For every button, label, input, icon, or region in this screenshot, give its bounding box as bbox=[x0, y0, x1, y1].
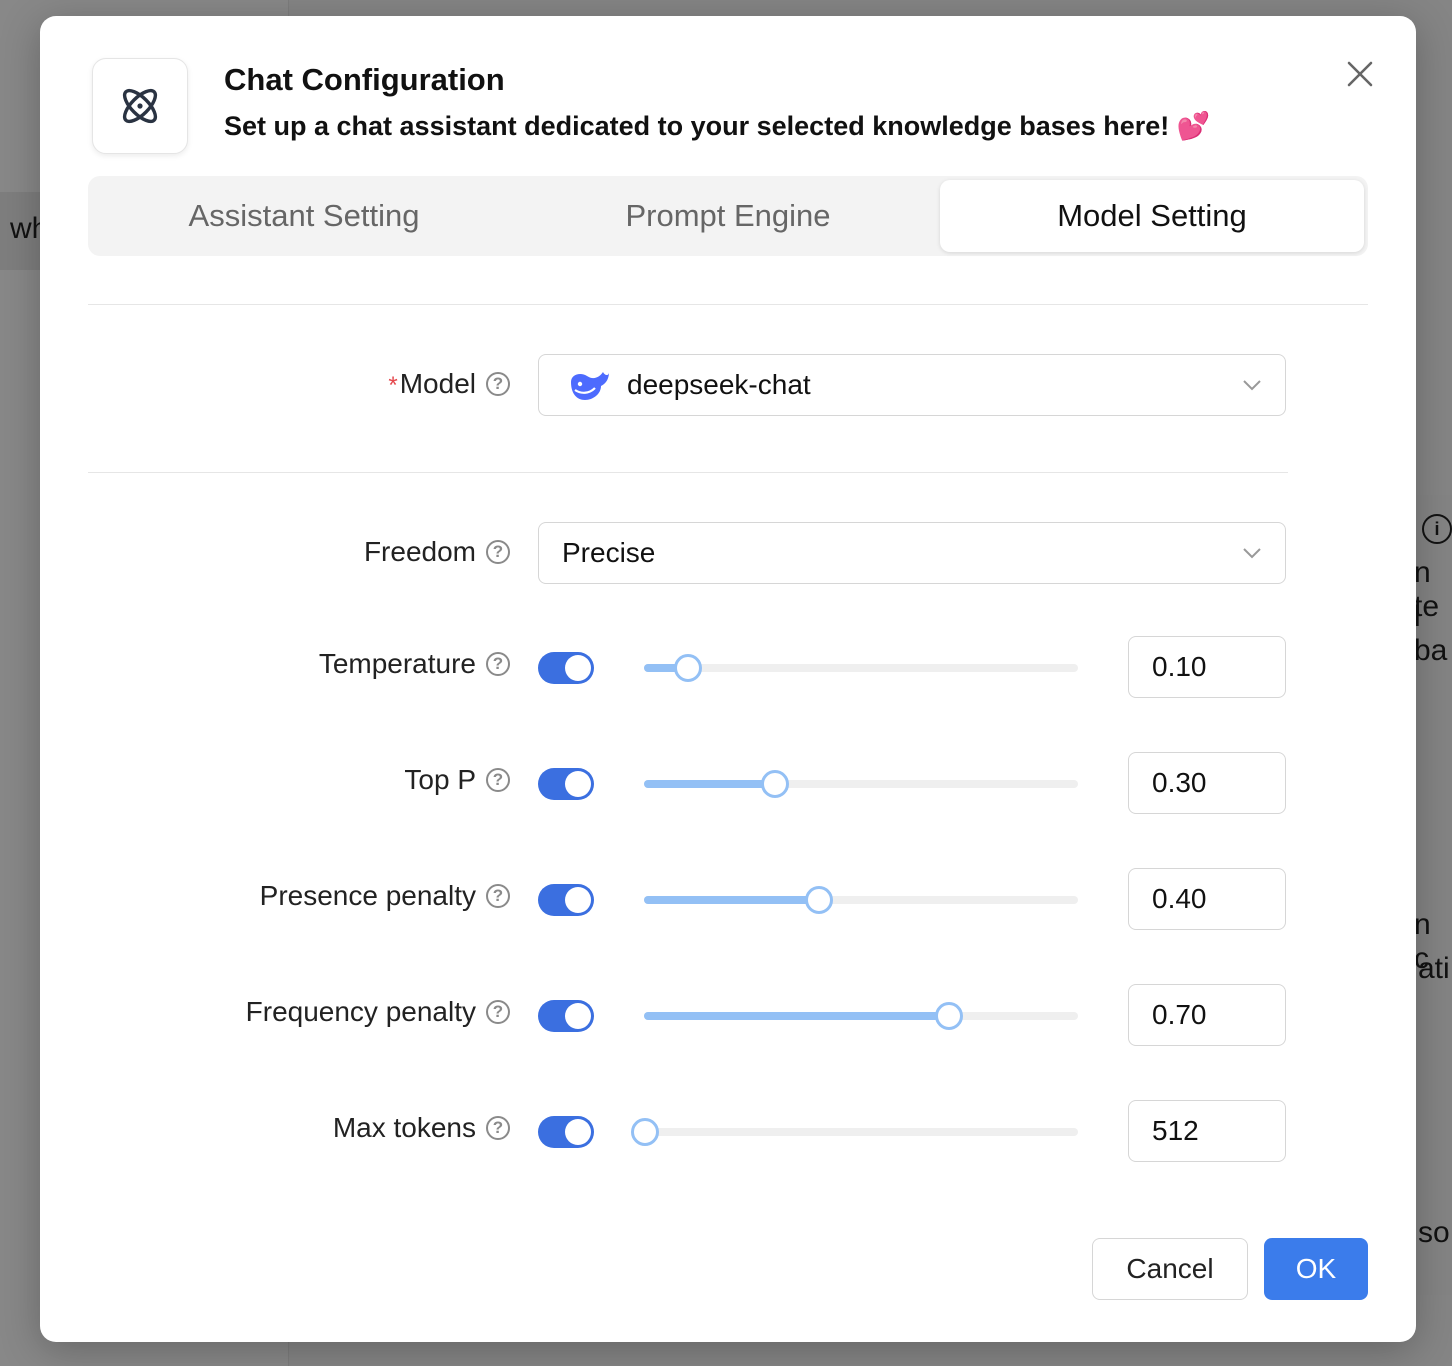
temperature-toggle[interactable] bbox=[538, 652, 594, 684]
freedom-label: Freedom ? bbox=[364, 536, 510, 568]
deepseek-whale-icon bbox=[571, 372, 609, 400]
tab-prompt-engine[interactable]: Prompt Engine bbox=[516, 180, 940, 252]
help-icon[interactable]: ? bbox=[486, 768, 510, 792]
help-icon[interactable]: ? bbox=[486, 1000, 510, 1024]
freedom-label-text: Freedom bbox=[363, 536, 476, 567]
presence-penalty-label-text: Presence penalty bbox=[259, 880, 476, 911]
cancel-button[interactable]: Cancel bbox=[1092, 1238, 1248, 1300]
presence-penalty-input[interactable]: 0.40 bbox=[1128, 868, 1286, 930]
settings-tabs: Assistant Setting Prompt Engine Model Se… bbox=[88, 176, 1368, 256]
model-select[interactable]: deepseek-chat bbox=[538, 354, 1286, 416]
dialog-logo bbox=[92, 58, 188, 154]
presence-penalty-toggle[interactable] bbox=[538, 884, 594, 916]
temperature-label-text: Temperature bbox=[318, 648, 476, 679]
top-p-toggle[interactable] bbox=[538, 768, 594, 800]
divider bbox=[88, 304, 1368, 305]
tab-assistant-setting[interactable]: Assistant Setting bbox=[92, 180, 516, 252]
slider-handle[interactable] bbox=[934, 1002, 963, 1030]
model-value: deepseek-chat bbox=[627, 369, 811, 400]
model-label: *Model ? bbox=[388, 368, 510, 400]
divider bbox=[88, 472, 1288, 473]
freedom-value: Precise bbox=[562, 537, 656, 568]
slider-handle[interactable] bbox=[804, 886, 833, 914]
max-tokens-label-text: Max tokens bbox=[332, 1112, 476, 1143]
close-icon bbox=[1347, 61, 1373, 87]
dialog-title: Chat Configuration bbox=[224, 62, 505, 97]
help-icon[interactable]: ? bbox=[486, 1116, 510, 1140]
close-button[interactable] bbox=[1340, 54, 1380, 94]
max-tokens-label: Max tokens ? bbox=[333, 1112, 510, 1144]
freedom-select[interactable]: Precise bbox=[538, 522, 1286, 584]
chat-configuration-dialog: Chat Configuration Set up a chat assista… bbox=[40, 16, 1416, 1342]
top-p-label: Top P ? bbox=[404, 764, 510, 796]
frequency-penalty-input[interactable]: 0.70 bbox=[1128, 984, 1286, 1046]
slider-handle[interactable] bbox=[674, 654, 703, 682]
slider-handle[interactable] bbox=[631, 1118, 659, 1146]
max-tokens-toggle[interactable] bbox=[538, 1116, 594, 1148]
frequency-penalty-slider[interactable] bbox=[644, 1002, 1078, 1030]
max-tokens-slider[interactable] bbox=[631, 1118, 1078, 1146]
temperature-slider[interactable] bbox=[644, 654, 1078, 682]
temperature-label: Temperature ? bbox=[319, 648, 510, 680]
required-marker: * bbox=[388, 372, 398, 399]
frequency-penalty-label-text: Frequency penalty bbox=[245, 996, 476, 1027]
presence-penalty-slider[interactable] bbox=[644, 886, 1078, 914]
slider-handle[interactable] bbox=[761, 770, 790, 798]
temperature-input[interactable]: 0.10 bbox=[1128, 636, 1286, 698]
frequency-penalty-label: Frequency penalty ? bbox=[246, 996, 510, 1028]
chevron-down-icon bbox=[1243, 380, 1261, 391]
tab-model-setting[interactable]: Model Setting bbox=[940, 180, 1364, 252]
frequency-penalty-toggle[interactable] bbox=[538, 1000, 594, 1032]
help-icon[interactable]: ? bbox=[486, 540, 510, 564]
max-tokens-input[interactable]: 512 bbox=[1128, 1100, 1286, 1162]
dialog-subtitle: Set up a chat assistant dedicated to you… bbox=[224, 111, 1211, 141]
help-icon[interactable]: ? bbox=[486, 372, 510, 396]
presence-penalty-label: Presence penalty ? bbox=[260, 880, 510, 912]
top-p-label-text: Top P bbox=[404, 764, 476, 795]
model-label-text: Model bbox=[399, 368, 476, 399]
ok-button[interactable]: OK bbox=[1264, 1238, 1368, 1300]
help-icon[interactable]: ? bbox=[486, 884, 510, 908]
top-p-input[interactable]: 0.30 bbox=[1128, 752, 1286, 814]
help-icon[interactable]: ? bbox=[486, 652, 510, 676]
atom-icon bbox=[122, 88, 158, 124]
chevron-down-icon bbox=[1243, 548, 1261, 559]
top-p-slider[interactable] bbox=[644, 770, 1078, 798]
